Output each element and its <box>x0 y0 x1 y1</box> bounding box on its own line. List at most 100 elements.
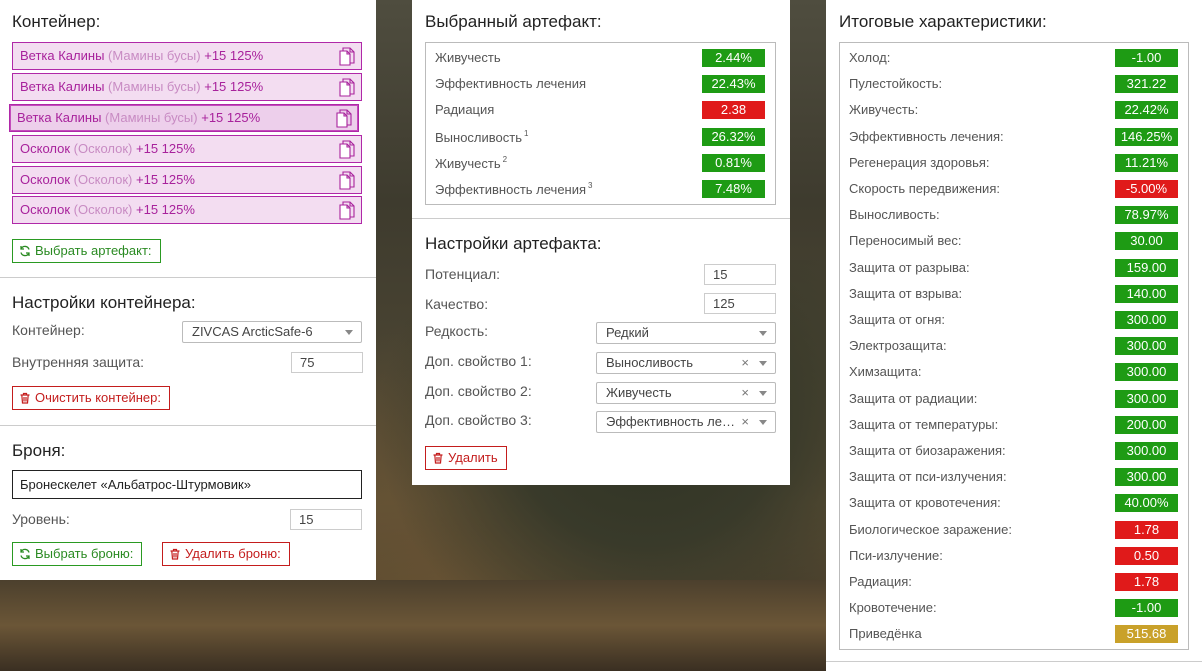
stat-name: Защита от взрыва: <box>849 286 962 301</box>
stat-name: Защита от разрыва: <box>849 260 970 275</box>
stat-name-text: Регенерация здоровья: <box>849 154 990 170</box>
copy-icon[interactable] <box>339 201 355 220</box>
stat-name-text: Биологическое заражение: <box>849 521 1012 537</box>
divider <box>0 277 376 278</box>
inner-protection-input[interactable]: 75 <box>291 352 363 373</box>
extra1-select[interactable]: Выносливость × <box>596 352 776 374</box>
item-subname: (Осколок) <box>73 172 133 187</box>
stat-name: Живучесть 2 <box>435 155 507 171</box>
stat-row: Живучесть 2 0.81% <box>426 150 775 176</box>
totals-title: Итоговые характеристики: <box>839 12 1047 31</box>
potential-label: Потенциал: <box>425 266 500 282</box>
copy-icon[interactable] <box>336 109 352 128</box>
stat-row: Химзащита: 300.00 <box>840 359 1188 385</box>
potential-input[interactable]: 15 <box>704 264 776 285</box>
stat-row: Защита от биозаражения: 300.00 <box>840 438 1188 464</box>
extra3-select[interactable]: Эффективность ле… × <box>596 411 776 433</box>
stat-row: Защита от кровотечения: 40.00% <box>840 490 1188 516</box>
rarity-select[interactable]: Редкий <box>596 322 776 344</box>
stat-name: Защита от пси-излучения: <box>849 469 1007 484</box>
left-panel: Контейнер: Ветка Калины (Мамины бусы) +1… <box>0 0 376 580</box>
container-item[interactable]: Ветка Калины (Мамины бусы) +15 125% <box>12 73 362 101</box>
divider <box>826 661 1202 662</box>
armor-level-input[interactable]: 15 <box>290 509 362 530</box>
stat-value-badge: 300.00 <box>1115 442 1178 460</box>
extra1-label: Доп. свойство 1: <box>425 353 532 369</box>
stat-value-badge: 0.50 <box>1115 546 1178 565</box>
stat-row: Регенерация здоровья: 11.21% <box>840 150 1188 176</box>
delete-armor-button[interactable]: Удалить броню: <box>162 542 290 566</box>
container-item[interactable]: Ветка Калины (Мамины бусы) +15 125% <box>12 42 362 70</box>
stat-value-badge: 30.00 <box>1115 232 1178 251</box>
stat-row: Выносливость: 78.97% <box>840 202 1188 228</box>
item-subname: (Мамины бусы) <box>108 48 201 63</box>
clear-container-button[interactable]: Очистить контейнер: <box>12 386 170 410</box>
chevron-down-icon <box>759 420 767 425</box>
item-name: Ветка Калины <box>20 79 105 94</box>
stat-value-badge: 26.32% <box>702 127 765 146</box>
trash-icon <box>170 548 180 560</box>
stat-name: Пси-излучение: <box>849 548 943 563</box>
stat-name: Эффективность лечения: <box>849 129 1004 144</box>
armor-name-field[interactable]: Бронескелет «Альбатрос-Штурмовик» <box>12 470 362 499</box>
stat-name-text: Переносимый вес: <box>849 233 962 249</box>
item-bonus: +15 125% <box>204 79 264 94</box>
stat-row: Защита от пси-излучения: 300.00 <box>840 464 1188 490</box>
extra2-value: Живучесть <box>606 385 672 400</box>
copy-icon[interactable] <box>339 78 355 97</box>
container-item[interactable]: Осколок (Осколок) +15 125% <box>12 196 362 224</box>
stat-name: Защита от кровотечения: <box>849 495 1001 510</box>
trash-icon <box>433 452 443 464</box>
copy-icon[interactable] <box>339 171 355 190</box>
stat-value-badge: 515.68 <box>1115 625 1178 644</box>
stat-name: Переносимый вес: <box>849 233 961 248</box>
background-field <box>0 580 826 671</box>
extra3-label: Доп. свойство 3: <box>425 412 532 428</box>
delete-artifact-button[interactable]: Удалить <box>425 446 507 470</box>
rarity-value: Редкий <box>606 325 649 340</box>
item-bonus: +15 125% <box>201 110 261 125</box>
extra2-label: Доп. свойство 2: <box>425 383 532 399</box>
stat-name-text: Защита от взрыва: <box>849 285 963 301</box>
stat-name: Электрозащита: <box>849 338 947 353</box>
stat-name: Пулестойкость: <box>849 76 942 91</box>
select-armor-button[interactable]: Выбрать броню: <box>12 542 143 566</box>
delete-artifact-label: Удалить <box>448 450 498 465</box>
clear-icon[interactable]: × <box>741 353 749 373</box>
stat-name-text: Защита от кровотечения: <box>849 495 1001 511</box>
stat-name-text: Радиация: <box>849 574 912 589</box>
item-bonus: +15 125% <box>204 48 264 63</box>
stat-name: Выносливость: <box>849 207 940 222</box>
stat-name-text: Защита от радиации: <box>849 390 978 406</box>
container-item[interactable]: Осколок (Осколок) +15 125% <box>12 135 362 163</box>
stat-value-badge: 7.48% <box>702 180 765 198</box>
stat-name-text: Холод: <box>849 50 891 65</box>
trash-icon <box>20 392 30 404</box>
stat-name-text: Защита от температуры: <box>849 416 999 432</box>
stat-value-badge: 0.81% <box>702 153 765 172</box>
item-name: Осколок <box>20 141 71 156</box>
stat-name: Химзащита: <box>849 364 922 379</box>
extra2-select[interactable]: Живучесть × <box>596 382 776 404</box>
item-name: Ветка Калины <box>20 48 105 63</box>
clear-icon[interactable]: × <box>741 412 749 432</box>
quality-input[interactable]: 125 <box>704 293 776 314</box>
stat-value-badge: 321.22 <box>1115 75 1178 94</box>
inner-protection-label: Внутренняя защита: <box>12 354 145 370</box>
container-select[interactable]: ZIVCAS ArcticSafe-6 <box>182 321 362 343</box>
select-artifact-button[interactable]: Выбрать артефакт: <box>12 239 161 263</box>
container-item[interactable]: Ветка Калины (Мамины бусы) +15 125% <box>9 104 359 132</box>
rarity-label: Редкость: <box>425 323 489 339</box>
stat-value-badge: 2.38 <box>702 101 765 120</box>
stat-name: Регенерация здоровья: <box>849 155 990 170</box>
stat-value-badge: 22.42% <box>1115 101 1178 120</box>
container-title: Контейнер: <box>12 12 101 31</box>
copy-icon[interactable] <box>339 140 355 159</box>
stat-row: Эффективность лечения 3 7.48% <box>426 176 775 202</box>
delete-armor-label: Удалить броню: <box>185 546 281 561</box>
copy-icon[interactable] <box>339 47 355 66</box>
stat-row: Защита от радиации: 300.00 <box>840 386 1188 412</box>
stat-name-text: Живучесть <box>435 50 501 65</box>
clear-icon[interactable]: × <box>741 383 749 403</box>
container-item[interactable]: Осколок (Осколок) +15 125% <box>12 166 362 194</box>
